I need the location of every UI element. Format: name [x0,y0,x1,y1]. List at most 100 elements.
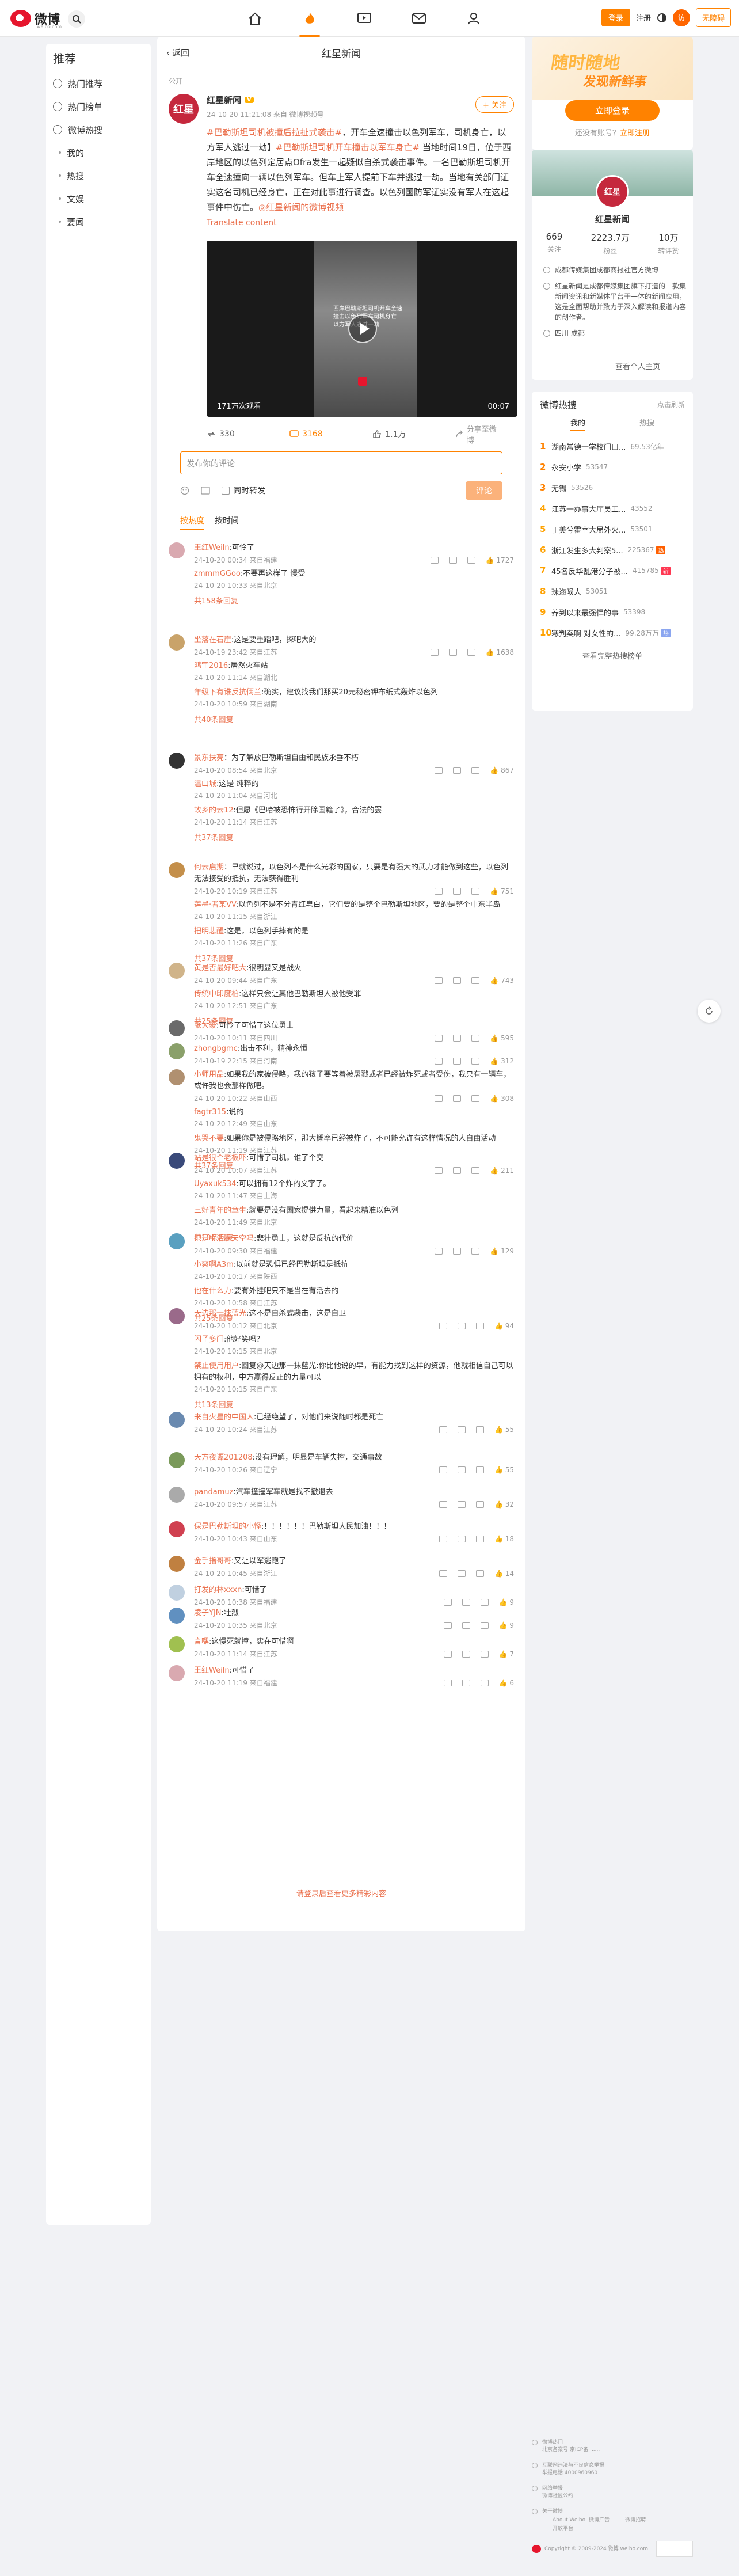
video-link[interactable]: ◎红星新闻的微博视频 [258,202,344,212]
reply-icon[interactable] [471,977,480,984]
commenter-name[interactable]: 金手指哥哥 [194,1557,231,1566]
stat-followers[interactable]: 2223.7万 粉丝 [591,231,630,256]
report-icon[interactable] [435,977,443,984]
nav-hot[interactable] [282,7,337,37]
report-icon[interactable] [435,1247,443,1255]
commenter-name[interactable]: 天方夜谭201208 [194,1453,253,1462]
commenter-name[interactable]: 天边那一抹蓝光 [194,1309,246,1318]
submit-comment-button[interactable]: 评论 [466,481,502,500]
sidebar-subitem-mine[interactable]: 我的 [46,141,151,164]
repost-icon[interactable] [453,766,462,774]
weibo-logo[interactable]: 微博 weibo.com [10,7,68,30]
commenter-avatar[interactable] [169,1233,185,1249]
replier-name[interactable]: fagtr315 [194,1108,226,1116]
reply-icon[interactable] [471,1095,480,1102]
translate-link[interactable]: Translate content [207,218,277,227]
like-button[interactable]: 👍 867 [490,766,514,774]
commenter-avatar[interactable] [169,634,185,651]
sidebar-subitem-news[interactable]: 要闻 [46,210,151,233]
like-button[interactable]: 👍 1727 [486,556,514,564]
repost-icon[interactable] [462,1621,470,1629]
stat-following[interactable]: 669 关注 [546,231,563,256]
image-icon[interactable] [201,486,210,495]
commenter-name[interactable]: 言嘿 [194,1637,209,1646]
hot-search-item[interactable]: 3 无锡 53526 [540,477,685,498]
repost-icon[interactable] [462,1598,470,1606]
commenter-avatar[interactable] [169,1308,185,1324]
reply-icon[interactable] [480,1621,489,1629]
repost-icon[interactable] [462,1650,470,1658]
like-button[interactable]: 👍 7 [499,1650,514,1658]
accessibility-button[interactable]: 无障碍 [695,8,731,27]
reply-icon[interactable] [471,1247,480,1255]
replier-name[interactable]: Uyaxuk534 [194,1180,236,1188]
commenter-avatar[interactable] [169,1043,185,1059]
repost-checkbox[interactable] [222,487,230,495]
like-button[interactable]: 👍 14 [494,1570,514,1578]
replier-name[interactable]: 三好青年的章生 [194,1206,246,1215]
sidebar-item-hot-search[interactable]: 微博热搜 [46,118,151,141]
replier-name[interactable]: 故乡的云12 [194,806,234,815]
replier-name[interactable]: 鸿宇2016 [194,662,228,670]
register-link[interactable]: 注册 [636,12,651,23]
report-icon[interactable] [443,1598,452,1606]
sort-by-hot[interactable]: 按热度 [180,515,204,530]
footer-text[interactable]: 微博社区公约 [542,2493,573,2500]
footer-heading[interactable]: 关于微博 [542,2508,658,2516]
commenter-name[interactable]: 把是生活看天空吗 [194,1234,254,1243]
commenter-name[interactable]: 来自火星的中国人 [194,1413,254,1422]
commenter-name[interactable]: pandamuz [194,1488,233,1496]
report-icon[interactable] [435,1167,443,1174]
hot-search-item[interactable]: 10 寒判案啊 对女性的... 99.28万万热 [540,622,685,643]
register-now-link[interactable]: 立即注册 [620,129,650,138]
theme-toggle-icon[interactable] [657,13,667,23]
comment-input[interactable]: 发布你的评论 [180,451,502,474]
repost-icon[interactable] [453,1095,462,1102]
view-all-hot-link[interactable]: 查看完整热搜榜单 [532,650,693,661]
like-button[interactable]: 👍 9 [499,1598,514,1606]
commenter-name[interactable]: 站是很个老板吓 [194,1154,246,1162]
more-replies-link[interactable]: 共37条回复 [194,952,514,963]
report-icon[interactable] [439,1466,447,1473]
refresh-button[interactable]: 点击刷新 [657,400,685,409]
like-button[interactable]: 👍 595 [490,1034,514,1042]
commenter-name[interactable]: 坐落在石崖 [194,636,231,644]
replier-name[interactable]: 闪子多门 [194,1335,224,1344]
reply-icon[interactable] [467,556,475,564]
report-icon[interactable] [435,1057,443,1065]
commenter-avatar[interactable] [169,1521,185,1537]
like-button[interactable]: 👍 55 [494,1466,514,1474]
replier-name[interactable]: 莲墨·者某VV [194,901,236,909]
repost-icon[interactable] [457,1322,466,1329]
reply-icon[interactable] [471,1057,480,1065]
reply-icon[interactable] [475,1535,484,1542]
like-button[interactable]: 👍 129 [490,1247,514,1255]
commenter-avatar[interactable] [169,1452,185,1468]
like-button[interactable]: 👍 308 [490,1095,514,1103]
footer-link[interactable]: 开放平台 [553,2525,585,2533]
reply-icon[interactable] [467,648,475,656]
login-now-button[interactable]: 立即登录 [565,100,660,121]
hot-search-item[interactable]: 9 养到以来最强悍的事 53398 [540,602,685,622]
commenter-avatar[interactable] [169,1608,185,1624]
hot-search-item[interactable]: 8 珠海陨人 53051 [540,581,685,602]
commenter-name[interactable]: 王红Weiln [194,544,230,552]
like-button[interactable]: 👍 751 [490,887,514,895]
repost-icon[interactable] [453,1057,462,1065]
sidebar-subitem-hot[interactable]: 热搜 [46,164,151,187]
follow-button[interactable]: + 关注 [475,96,514,113]
sort-by-time[interactable]: 按时间 [215,515,239,530]
commenter-avatar[interactable] [169,1020,185,1036]
like-button[interactable]: 👍 18 [494,1535,514,1543]
like-button[interactable]: 👍 1638 [486,648,514,656]
repost-icon[interactable] [457,1466,466,1473]
tab-hot[interactable]: 热搜 [639,417,654,431]
commenter-name[interactable]: 景东扶亮 [194,754,224,762]
replier-name[interactable]: 年级下有谁反抗俩兰 [194,688,261,697]
commenter-name[interactable]: 张大豪 [194,1021,216,1030]
reply-icon[interactable] [475,1500,484,1508]
commenter-name[interactable]: 王红Weiln [194,1666,230,1675]
comment-button[interactable]: 3168 [289,430,372,439]
footer-link[interactable]: About Weibo [553,2517,585,2524]
sidebar-subitem-ent[interactable]: 文娱 [46,187,151,210]
